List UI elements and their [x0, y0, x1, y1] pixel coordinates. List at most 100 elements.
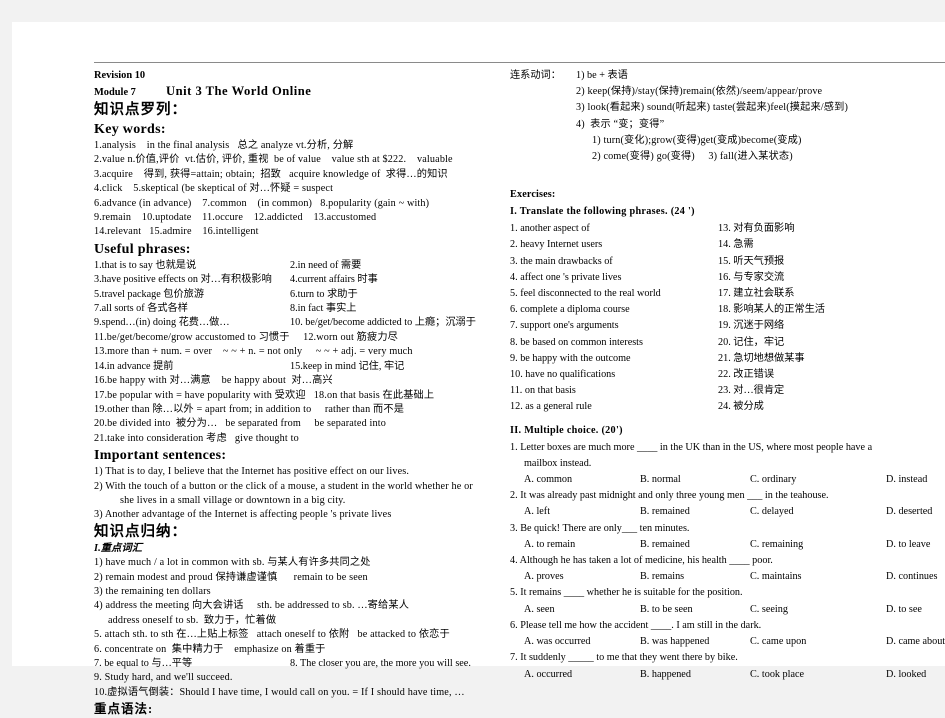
document-page: Revision 10 Module 7 Unit 3 The World On…	[12, 22, 945, 716]
mc-option-a[interactable]: A. left	[524, 504, 640, 520]
vocab-item: 6. concentrate on 集中精力于 emphasize on 着重于	[94, 643, 326, 655]
phrase-pair-row: 9.spend…(in) doing 花费…做… 10. be/get/beco…	[94, 316, 492, 330]
phrase-item: 8.in fact 事实上	[290, 303, 357, 315]
linking-verbs-label: 连系动词：	[510, 70, 561, 81]
revision-label: Revision 10	[94, 70, 146, 81]
mc-option-a[interactable]: A. proves	[524, 569, 640, 585]
phrase-pair-row: 3.have positive effects on 对…有积极影响 4.cur…	[94, 273, 492, 287]
translate-item-en: 7. support one's arguments	[510, 320, 619, 332]
vocab-item: 4) address the meeting 向大会讲话 sth. be add…	[94, 600, 410, 612]
key-word-item: 4.click 5.skeptical (be skeptical of 对…怀…	[94, 183, 334, 195]
mc-option-d[interactable]: D. looked	[886, 667, 945, 683]
phrase-item: 2.in need of 需要	[290, 259, 362, 271]
multiple-choice-list: 1. Letter boxes are much more ____ in th…	[510, 440, 945, 683]
translate-item-cn: 24. 被分成	[718, 401, 764, 413]
mc-options: A. occurred B. happened C. took place D.…	[510, 667, 945, 683]
summary-heading: 知识点归纳：	[94, 523, 187, 540]
key-word-item: 9.remain 10.uptodate 11.occure 12.addict…	[94, 212, 377, 224]
phrase-item: 21.take into consideration 考虑 give thoug…	[94, 432, 299, 444]
phrase-item: 16.be happy with 对…满意 be happy about 对…高…	[94, 375, 333, 387]
important-sentences-heading: Important sentences:	[94, 448, 227, 464]
mc-option-c[interactable]: C. ordinary	[750, 472, 886, 488]
phrase-pair-row: 14.in advance 提前 15.keep in mind 记住, 牢记	[94, 360, 492, 374]
sentence-item: 3) Another advantage of the Internet is …	[94, 509, 392, 521]
mc-option-b[interactable]: B. normal	[640, 472, 750, 488]
mc-option-c[interactable]: C. took place	[750, 667, 886, 683]
mc-question: 3. Be quick! There are only___ ten minut…	[510, 521, 945, 553]
translate-item-cn: 20. 记住，牢记	[718, 336, 785, 348]
mc-option-a[interactable]: A. was occurred	[524, 634, 640, 650]
mc-option-d[interactable]: D. deserted	[886, 504, 945, 520]
mc-stem: 1. Letter boxes are much more ____ in th…	[510, 441, 873, 453]
mc-option-c[interactable]: C. came upon	[750, 634, 886, 650]
translate-item-en: 6. complete a diploma course	[510, 304, 630, 316]
right-column: 连系动词： 1) be + 表语 2) keep(保持)/stay(保持)rem…	[510, 68, 945, 683]
exercises-heading: Exercises:	[510, 189, 556, 201]
translate-item-en: 9. be happy with the outcome	[510, 352, 631, 364]
mc-option-c[interactable]: C. remaining	[750, 537, 886, 553]
linking-verbs-subitem: 2) come(变得) go(变得) 3) fall(进入某状态)	[592, 151, 793, 163]
mc-option-d[interactable]: D. instead	[886, 472, 945, 488]
translate-row: 2. heavy Internet users 14. 急需	[510, 237, 945, 253]
mc-option-d[interactable]: D. to see	[886, 602, 945, 618]
translate-row: 6. complete a diploma course 18. 影响某人的正常…	[510, 302, 945, 318]
mc-option-b[interactable]: B. remained	[640, 504, 750, 520]
phrase-item: 4.current affairs 时事	[290, 274, 378, 286]
mc-option-a[interactable]: A. to remain	[524, 537, 640, 553]
mc-option-b[interactable]: B. to be seen	[640, 602, 750, 618]
mc-option-b[interactable]: B. was happened	[640, 634, 750, 650]
linking-verbs-item: 3) look(看起来) sound(听起来) taste(尝起来)feel(摸…	[576, 102, 849, 114]
mc-stem: 5. It remains ____ whether he is suitabl…	[510, 587, 743, 599]
mc-stem-continuation: mailbox instead.	[524, 457, 592, 469]
phrase-item: 17.be popular with = have popularity wit…	[94, 389, 435, 401]
mc-option-c[interactable]: C. delayed	[750, 504, 886, 520]
header-divider-rule	[94, 62, 945, 63]
linking-verbs-row: 连系动词： 1) be + 表语	[510, 68, 945, 84]
vocab-item: 3) the remaining ten dollars	[94, 585, 211, 597]
mc-options: A. was occurred B. was happened C. came …	[510, 634, 945, 650]
mc-stem: 2. It was already past midnight and only…	[510, 490, 829, 502]
mc-option-c[interactable]: C. seeing	[750, 602, 886, 618]
mc-options: A. common B. normal C. ordinary D. inste…	[510, 472, 945, 488]
key-word-item: 2.value n.价值,评价 vt.估价, 评价, 重视 be of valu…	[94, 154, 453, 166]
translate-row: 11. on that basis 23. 对…很肯定	[510, 383, 945, 399]
translate-row: 12. as a general rule 24. 被分成	[510, 399, 945, 415]
vocab-item: 2) remain modest and proud 保持谦虚谨慎 remain…	[94, 571, 368, 583]
grammar-heading: 重点语法:	[94, 702, 154, 717]
vocab-item: 10.虚拟语气倒装：Should I have time, I would ca…	[94, 686, 465, 698]
key-word-item: 3.acquire 得到, 获得=attain; obtain; 招致 acqu…	[94, 168, 448, 180]
mc-option-d[interactable]: D. came about	[886, 634, 945, 650]
translate-item-en: 10. have no qualifications	[510, 369, 616, 381]
translate-row: 10. have no qualifications 22. 改正错误	[510, 367, 945, 383]
mc-option-a[interactable]: A. occurred	[524, 667, 640, 683]
mc-question: 1. Letter boxes are much more ____ in th…	[510, 440, 945, 489]
mc-option-d[interactable]: D. to leave	[886, 537, 945, 553]
translate-item-en: 2. heavy Internet users	[510, 239, 603, 251]
phrase-item: 9.spend…(in) doing 花费…做…	[94, 317, 230, 329]
mc-option-d[interactable]: D. continues	[886, 569, 945, 585]
linking-verbs-item: 1) be + 表语	[576, 70, 628, 81]
translate-item-en: 8. be based on common interests	[510, 336, 643, 348]
translate-item-cn: 18. 影响某人的正常生活	[718, 304, 825, 316]
phrase-item: 5.travel package 包价旅游	[94, 288, 205, 300]
mc-option-b[interactable]: B. remains	[640, 569, 750, 585]
translate-item-cn: 14. 急需	[718, 239, 754, 251]
mc-option-a[interactable]: A. common	[524, 472, 640, 488]
phrase-item: 13.more than + num. = over ~ ~ + n. = no…	[94, 346, 413, 358]
phrase-item: 19.other than 除…以外 = apart from; in addi…	[94, 403, 405, 415]
translate-row: 1. another aspect of 13. 对有负面影响	[510, 221, 945, 237]
translate-row: 8. be based on common interests 20. 记住，牢…	[510, 335, 945, 351]
mc-option-c[interactable]: C. maintains	[750, 569, 886, 585]
mc-option-b[interactable]: B. remained	[640, 537, 750, 553]
mc-option-b[interactable]: B. happened	[640, 667, 750, 683]
mc-question: 6. Please tell me how the accident ____.…	[510, 618, 945, 650]
translate-row: 4. affect one 's private lives 16. 与专家交流	[510, 270, 945, 286]
mc-question: 5. It remains ____ whether he is suitabl…	[510, 585, 945, 617]
mc-options: A. to remain B. remained C. remaining D.…	[510, 537, 945, 553]
mc-option-a[interactable]: A. seen	[524, 602, 640, 618]
translate-item-en: 3. the main drawbacks of	[510, 255, 613, 267]
useful-phrases-list: 1.that is to say 也就是说 2.in need of 需要 3.…	[94, 259, 492, 446]
translate-row: 7. support one's arguments 19. 沉迷于网络	[510, 318, 945, 334]
mc-options: A. left B. remained C. delayed D. desert…	[510, 504, 945, 520]
module-label: Module 7	[94, 87, 136, 98]
